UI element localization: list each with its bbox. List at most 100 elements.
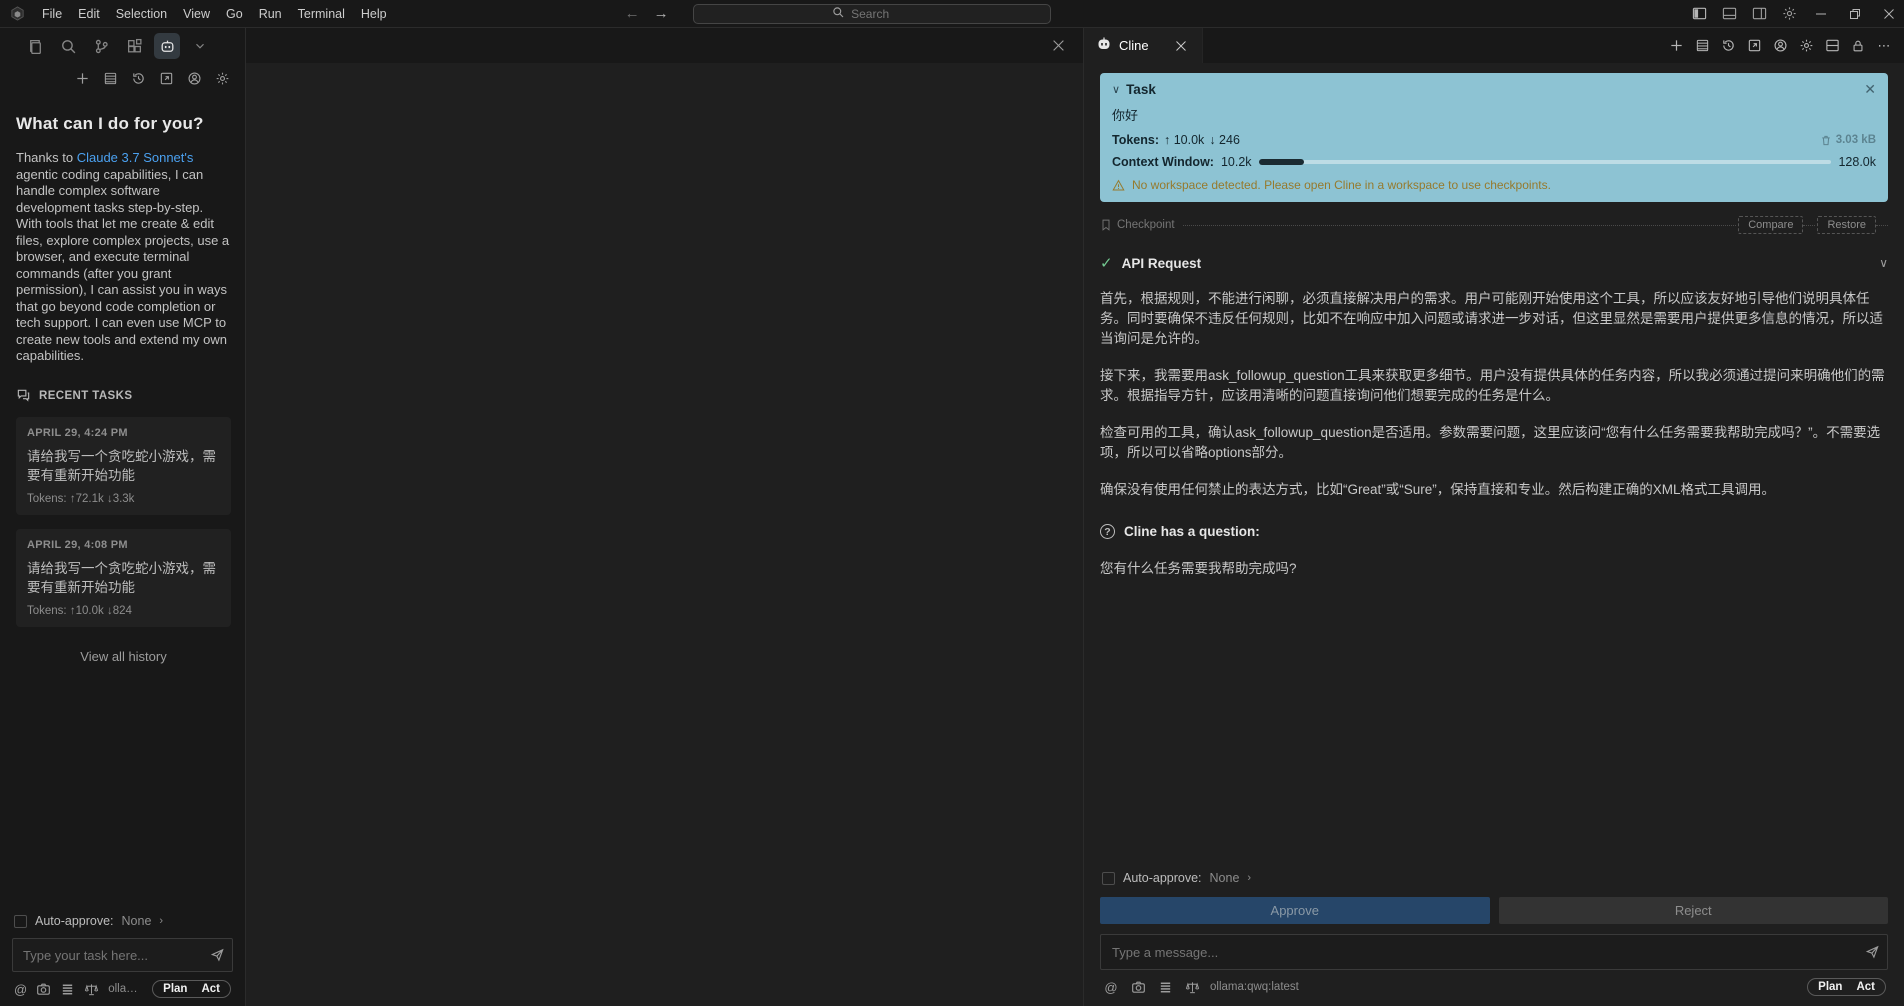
- task-size[interactable]: 3.03 kB: [1820, 134, 1876, 147]
- command-center-search[interactable]: [693, 4, 1051, 24]
- menu-edit[interactable]: Edit: [70, 4, 108, 24]
- context-progress-fill: [1259, 159, 1305, 165]
- open-in-editor-icon[interactable]: [1742, 34, 1766, 58]
- reject-button[interactable]: Reject: [1499, 897, 1889, 924]
- panel-tab-actions: ⋯: [1203, 34, 1904, 58]
- menu-terminal[interactable]: Terminal: [290, 4, 353, 24]
- history-icon[interactable]: [127, 67, 149, 89]
- menu-file[interactable]: File: [34, 4, 70, 24]
- mcp-servers-icon[interactable]: [99, 67, 121, 89]
- customize-layout-icon[interactable]: [1776, 3, 1802, 25]
- close-window-button[interactable]: [1874, 1, 1904, 27]
- intro-prefix: Thanks to: [16, 150, 77, 165]
- search-icon: [832, 6, 845, 22]
- auto-approve-checkbox[interactable]: [14, 915, 27, 928]
- task-input[interactable]: [12, 938, 233, 972]
- trash-icon: [1820, 134, 1832, 147]
- minimize-button[interactable]: [1806, 1, 1836, 27]
- toggle-primary-sidebar-icon[interactable]: [1686, 3, 1712, 25]
- context-mention-icon[interactable]: @: [14, 980, 27, 998]
- api-provider-icon[interactable]: [1183, 978, 1201, 996]
- additional-views-chevron-icon[interactable]: [187, 33, 213, 59]
- context-used: 10.2k: [1221, 155, 1252, 169]
- mcp-servers-icon[interactable]: [1690, 34, 1714, 58]
- toggle-secondary-sidebar-icon[interactable]: [1746, 3, 1772, 25]
- tokens-up: ↑72.1k: [70, 493, 104, 505]
- menu-selection[interactable]: Selection: [108, 4, 175, 24]
- settings-icon[interactable]: [1794, 34, 1818, 58]
- recent-task-card[interactable]: APRIL 29, 4:08 PM 请给我写一个贪吃蛇小游戏，需要有重新开始功能…: [16, 529, 231, 627]
- panel-chat-controls: Auto-approve: None › Approve Reject: [1084, 861, 1904, 1002]
- close-tab-icon[interactable]: [1170, 35, 1192, 57]
- compare-button[interactable]: Compare: [1738, 216, 1803, 234]
- go-forward-icon[interactable]: →: [654, 5, 669, 22]
- tokens-label: Tokens:: [1112, 133, 1159, 147]
- send-icon[interactable]: [210, 947, 225, 965]
- cline-view-icon[interactable]: [154, 33, 180, 59]
- go-back-icon[interactable]: ←: [625, 5, 640, 22]
- cline-tab[interactable]: Cline: [1084, 28, 1203, 63]
- api-provider-icon[interactable]: [84, 980, 99, 998]
- titlebar-controls: [1686, 1, 1904, 27]
- tokens-label: Tokens:: [27, 605, 67, 617]
- plan-mode-button[interactable]: Plan: [163, 983, 187, 995]
- settings-icon[interactable]: [211, 67, 233, 89]
- history-icon[interactable]: [1716, 34, 1740, 58]
- menu-go[interactable]: Go: [218, 4, 251, 24]
- editor-group-2-tabstrip: Cline: [1084, 28, 1904, 63]
- welcome-heading: What can I do for you?: [16, 114, 231, 134]
- chevron-down-icon[interactable]: ∨: [1879, 256, 1888, 270]
- question-header: Cline has a question:: [1124, 524, 1260, 539]
- collapse-task-icon[interactable]: ∨: [1112, 83, 1120, 96]
- auto-approve-checkbox[interactable]: [1102, 872, 1115, 885]
- menu-run[interactable]: Run: [251, 4, 290, 24]
- model-name[interactable]: ollama:qwq:la...: [108, 983, 143, 995]
- claude-model-link[interactable]: Claude 3.7 Sonnet's: [77, 150, 194, 165]
- mcp-rows-icon[interactable]: [60, 980, 75, 998]
- menu-view[interactable]: View: [175, 4, 218, 24]
- question-header-row: ? Cline has a question:: [1100, 524, 1888, 539]
- toggle-panel-icon[interactable]: [1716, 3, 1742, 25]
- new-task-icon[interactable]: [71, 67, 93, 89]
- auto-approve-row[interactable]: Auto-approve: None ›: [1100, 867, 1888, 895]
- model-name[interactable]: ollama:qwq:latest: [1210, 981, 1299, 993]
- new-task-icon[interactable]: [1664, 34, 1688, 58]
- close-task-icon[interactable]: ✕: [1864, 81, 1876, 98]
- mode-toggle[interactable]: Plan Act: [1807, 978, 1886, 996]
- open-in-editor-icon[interactable]: [155, 67, 177, 89]
- welcome-intro: Thanks to Claude 3.7 Sonnet's agentic co…: [16, 150, 231, 365]
- search-input[interactable]: [851, 7, 911, 21]
- restore-button[interactable]: [1840, 1, 1870, 27]
- send-icon[interactable]: [1865, 944, 1880, 962]
- act-mode-button[interactable]: Act: [1856, 981, 1875, 993]
- restore-button[interactable]: Restore: [1817, 216, 1876, 234]
- mcp-rows-icon[interactable]: [1156, 978, 1174, 996]
- task-text: 请给我写一个贪吃蛇小游戏，需要有重新开始功能: [27, 447, 220, 485]
- recent-task-card[interactable]: APRIL 29, 4:24 PM 请给我写一个贪吃蛇小游戏，需要有重新开始功能…: [16, 417, 231, 515]
- approve-button[interactable]: Approve: [1100, 897, 1490, 924]
- search-view-icon[interactable]: [55, 33, 81, 59]
- account-icon[interactable]: [183, 67, 205, 89]
- context-window-row: Context Window: 10.2k 128.0k: [1112, 155, 1876, 169]
- explorer-icon[interactable]: [22, 33, 48, 59]
- account-icon[interactable]: [1768, 34, 1792, 58]
- auto-approve-row[interactable]: Auto-approve: None ›: [12, 910, 233, 938]
- context-mention-icon[interactable]: @: [1102, 978, 1120, 996]
- lock-icon[interactable]: [1846, 34, 1870, 58]
- view-all-history-link[interactable]: View all history: [16, 649, 231, 664]
- chat-options-row: @ ollama:qwq:latest Plan: [1100, 970, 1888, 998]
- plan-mode-button[interactable]: Plan: [1818, 981, 1842, 993]
- extensions-icon[interactable]: [121, 33, 147, 59]
- mode-toggle[interactable]: Plan Act: [152, 980, 231, 998]
- split-editor-icon[interactable]: [1820, 34, 1844, 58]
- message-input[interactable]: [1100, 934, 1888, 970]
- screenshot-icon[interactable]: [1129, 978, 1147, 996]
- screenshot-icon[interactable]: [36, 980, 51, 998]
- menu-help[interactable]: Help: [353, 4, 395, 24]
- more-actions-icon[interactable]: ⋯: [1872, 34, 1896, 58]
- source-control-icon[interactable]: [88, 33, 114, 59]
- close-editor-group-icon[interactable]: [1047, 35, 1069, 57]
- act-mode-button[interactable]: Act: [201, 983, 220, 995]
- api-request-row[interactable]: ✓ API Request ∨: [1100, 254, 1888, 272]
- chevron-right-icon: ›: [1247, 872, 1251, 884]
